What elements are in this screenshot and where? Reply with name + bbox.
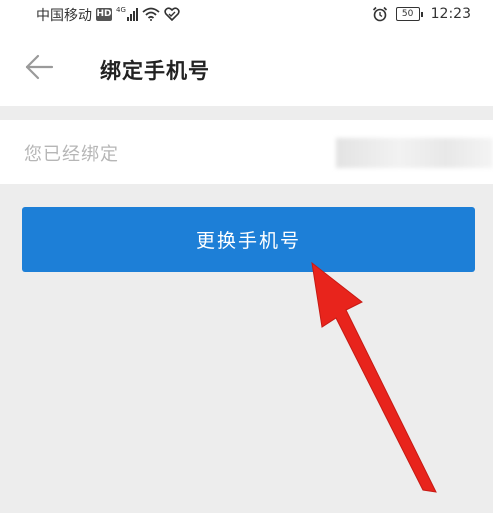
battery-level: 50 — [401, 9, 414, 19]
wifi-icon — [142, 7, 160, 21]
alarm-icon — [372, 6, 387, 22]
status-left-icons: HD 4G — [96, 4, 180, 24]
page-title: 绑定手机号 — [100, 59, 210, 83]
change-phone-button[interactable]: 更换手机号 — [22, 207, 475, 272]
arrow-left-icon[interactable] — [24, 52, 54, 82]
bound-phone-row: 您已经绑定 — [0, 120, 493, 184]
carrier-name: 中国移动 — [36, 8, 92, 24]
arrow-annotation-shape — [311, 261, 437, 493]
hd-badge-icon: HD — [96, 7, 112, 21]
battery-icon: 50 — [395, 7, 423, 21]
nav-bar: 绑定手机号 — [0, 28, 493, 106]
status-time: 12:23 — [430, 6, 471, 22]
bound-phone-value-redacted — [336, 138, 493, 168]
heart-icon — [164, 7, 180, 21]
signal-type-label: 4G — [116, 6, 126, 14]
signal-icon: 4G — [116, 7, 138, 21]
hd-badge-label: HD — [96, 9, 112, 19]
status-bar: 中国移动 HD 4G 50 12:23 — [0, 0, 493, 28]
bound-phone-label: 您已经绑定 — [24, 144, 119, 165]
status-right: 50 12:23 — [372, 4, 471, 24]
